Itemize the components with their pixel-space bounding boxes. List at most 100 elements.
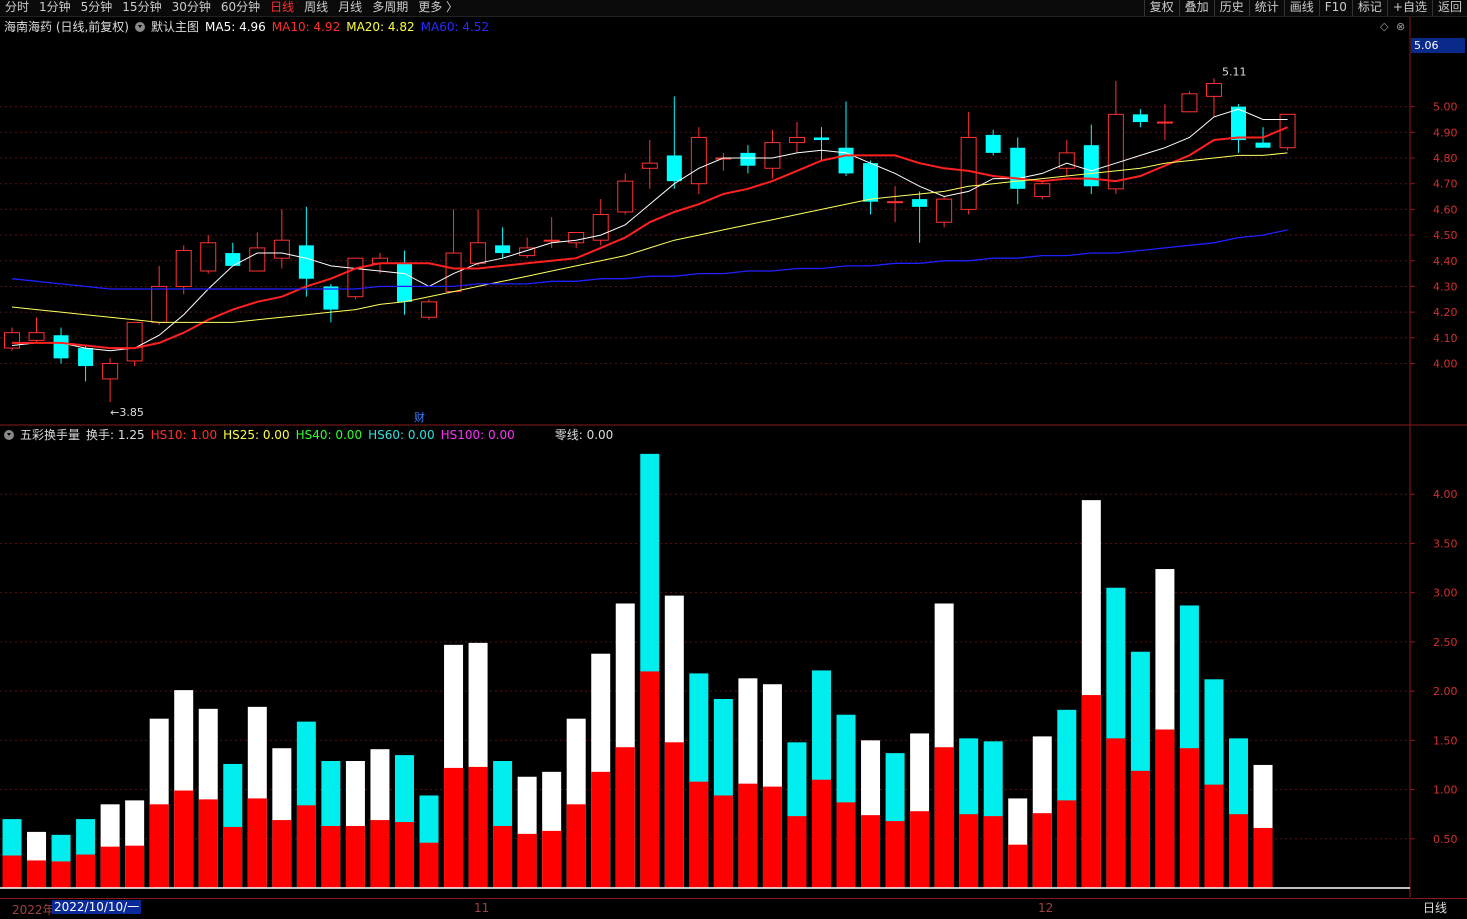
hs10-label: HS10: 1.00 <box>150 427 218 442</box>
hs10-bar <box>223 826 243 888</box>
candle-body <box>200 242 217 272</box>
candle-body <box>495 245 511 254</box>
template-name[interactable]: 默认主图 <box>151 18 199 35</box>
candle-body <box>1205 83 1222 97</box>
candle-body <box>764 142 781 169</box>
hs10-bar <box>296 805 316 888</box>
volume-tick-label: 3.50 <box>1433 537 1458 550</box>
current-price-tag: 5.06 <box>1411 38 1465 53</box>
candle-body <box>641 162 658 169</box>
hs10-bar <box>321 825 341 888</box>
ma20-label: MA20: 4.82 <box>346 19 415 34</box>
hs10-bar <box>149 804 169 888</box>
price-tick-label: 4.90 <box>1433 126 1458 139</box>
hs10-bar <box>615 747 635 888</box>
hs10-bar <box>125 845 145 888</box>
hs10-bar <box>738 783 758 888</box>
candle-body <box>1255 142 1271 148</box>
hs10-bar <box>1253 827 1273 888</box>
finance-marker[interactable]: 财 <box>414 409 425 425</box>
sub-legend: 五彩换手量 换手: 1.25 HS10: 1.00 HS25: 0.00 HS4… <box>4 426 619 443</box>
volume-tick-label: 1.50 <box>1433 734 1458 747</box>
candle-body <box>126 321 143 362</box>
indicator-name[interactable]: 五彩换手量 <box>20 426 80 443</box>
candle-body <box>912 199 928 207</box>
stock-name: 海南海药 (日线,前复权) <box>4 20 129 34</box>
dropdown-icon[interactable] <box>135 21 145 32</box>
hs10-bar <box>345 825 365 888</box>
hs10-bar <box>370 820 390 888</box>
hs10-bar <box>76 854 96 888</box>
candle-body <box>323 286 339 310</box>
candle-body <box>838 147 854 174</box>
candle-body <box>1058 152 1075 169</box>
hs10-bar <box>1179 748 1199 888</box>
ma5-label: MA5: 4.96 <box>205 19 266 34</box>
hs10-bar <box>1081 695 1101 888</box>
hs10-bar <box>1057 800 1077 888</box>
candle-body <box>543 239 560 242</box>
hs100-label: HS100: 0.00 <box>440 427 515 442</box>
candle-body <box>813 137 829 141</box>
candle-body <box>690 136 707 185</box>
period-label[interactable]: 日线 <box>1411 898 1467 918</box>
hs10-bar <box>1229 814 1248 888</box>
price-tick-label: 4.60 <box>1433 203 1458 216</box>
hs10-bar <box>542 830 562 888</box>
candle-body <box>960 136 977 210</box>
candle-body <box>28 332 45 341</box>
hs10-bar <box>689 781 709 888</box>
extreme-label: 5.11 <box>1222 65 1247 78</box>
volume-tick-label: 2.50 <box>1433 636 1458 649</box>
candle-body <box>1132 114 1148 123</box>
turnover-label: 换手: 1.25 <box>86 428 145 442</box>
hs60-label: HS60: 0.00 <box>368 427 435 442</box>
zero-label: 零线: 0.00 <box>554 428 614 442</box>
price-tick-label: 4.70 <box>1433 178 1458 191</box>
hs10-bar <box>1106 738 1126 888</box>
candle-body <box>421 301 438 318</box>
month-label-dec: 12 <box>1038 901 1054 915</box>
hs10-bar <box>419 842 439 888</box>
hs10-bar <box>591 771 611 888</box>
candle-body <box>666 155 682 182</box>
hs10-bar <box>836 802 856 888</box>
price-tick-label: 4.10 <box>1433 332 1458 345</box>
hs10-bar <box>468 766 488 888</box>
close-icon[interactable]: ⊗ <box>1396 20 1405 33</box>
hs10-bar <box>272 820 292 888</box>
hs10-bar <box>861 815 881 888</box>
cursor-date: 2022/10/10/一 <box>52 900 142 914</box>
candle-body <box>298 245 314 279</box>
hs10-bar <box>1130 770 1150 888</box>
month-label-nov: 11 <box>474 901 490 915</box>
hs10-bar <box>51 861 71 888</box>
hs10-bar <box>1008 844 1028 888</box>
hs10-bar <box>934 747 954 888</box>
hs10-bar <box>517 833 537 888</box>
diamond-icon[interactable]: ◇ <box>1380 20 1388 33</box>
dropdown-icon[interactable] <box>4 429 14 440</box>
candle-body <box>151 285 168 323</box>
hs10-bar <box>1155 729 1175 888</box>
candle-body <box>788 136 805 144</box>
candle-body <box>740 152 756 166</box>
hs10-bar <box>247 798 267 888</box>
candle-body <box>102 362 119 380</box>
hs10-bar <box>959 814 979 888</box>
price-tick-label: 4.80 <box>1433 152 1458 165</box>
hs10-bar <box>640 671 660 888</box>
hs10-bar <box>811 779 831 888</box>
candle-body <box>53 335 69 359</box>
hs10-bar <box>198 799 218 888</box>
volume-tick-label: 3.00 <box>1433 587 1458 600</box>
kline-chart[interactable]: 4.00 4.10 4.20 4.30 4.40 4.50 4.60 4.70 4.80 4.90… <box>0 0 1467 918</box>
price-tick-label: 5.00 <box>1433 101 1458 114</box>
candle-body <box>863 163 879 202</box>
hs40-label: HS40: 0.00 <box>295 427 363 442</box>
hs10-bar <box>493 825 513 888</box>
candle-body <box>1010 147 1026 189</box>
price-tick-label: 4.50 <box>1433 229 1458 242</box>
hs10-bar <box>787 816 807 888</box>
candle-body <box>273 239 290 259</box>
